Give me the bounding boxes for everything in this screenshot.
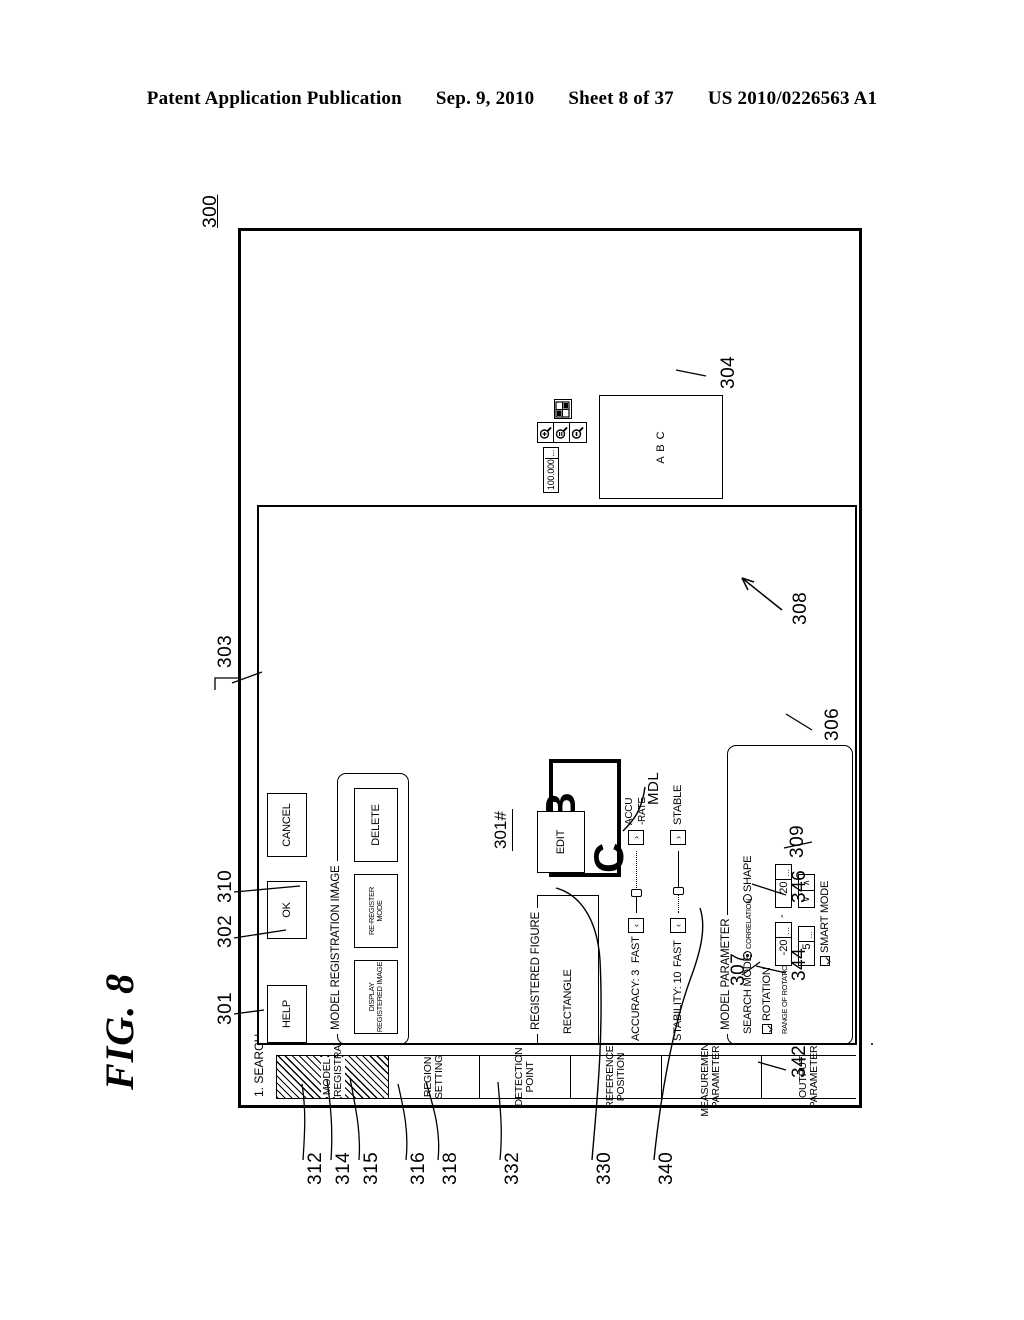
leader-lines (214, 369, 813, 1161)
